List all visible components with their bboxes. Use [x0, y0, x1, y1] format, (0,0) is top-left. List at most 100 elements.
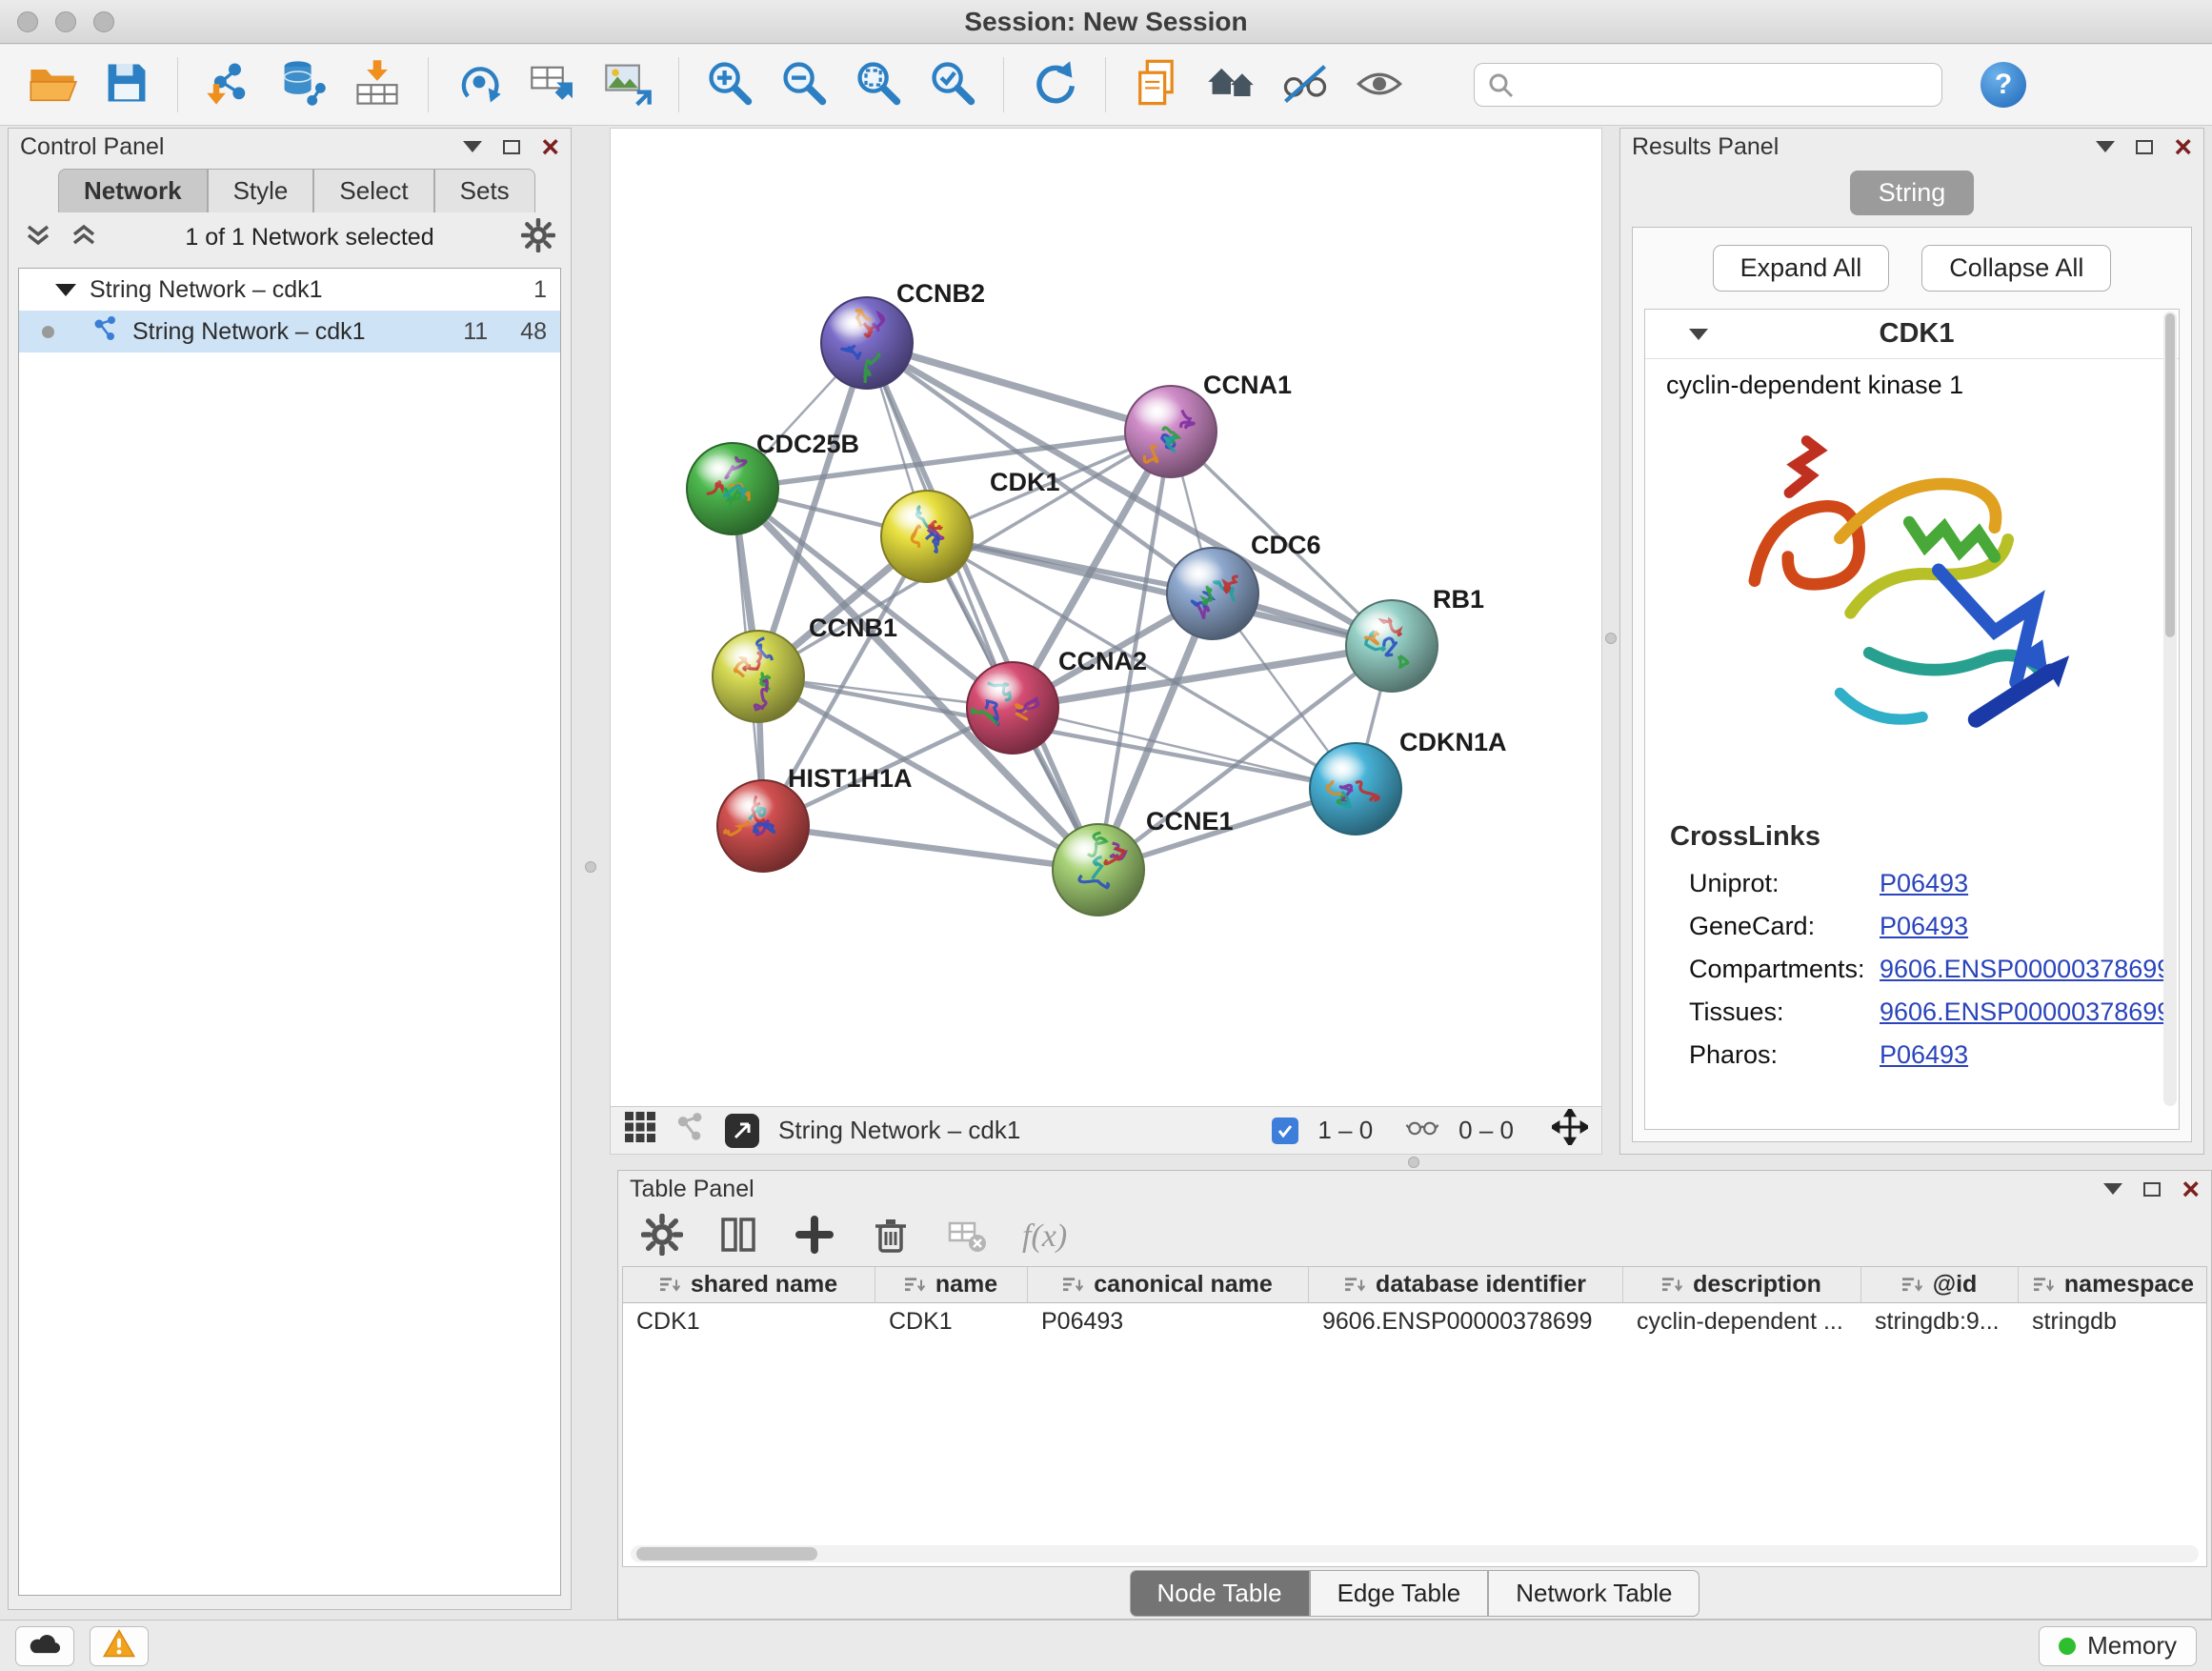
import-table-icon	[352, 57, 403, 113]
right-splitter-handle[interactable]	[1605, 633, 1617, 644]
network-collection-row[interactable]: String Network – cdk1 1	[19, 269, 560, 311]
cloud-status-button[interactable]	[15, 1626, 74, 1666]
tab-select[interactable]: Select	[313, 169, 433, 212]
panel-menu-icon[interactable]	[2096, 141, 2115, 152]
crosslink-row: Uniprot: P06493	[1645, 862, 2179, 905]
fit-selected-crosshair-icon[interactable]	[1552, 1109, 1588, 1152]
close-panel-icon[interactable]: ×	[2174, 137, 2192, 156]
close-panel-icon[interactable]: ×	[2182, 1179, 2200, 1198]
warning-icon	[102, 1628, 136, 1663]
birdseye-grid-icon[interactable]	[624, 1111, 656, 1150]
import-table-from-file-button[interactable]	[340, 51, 414, 118]
glasses-slash-icon	[1279, 57, 1331, 113]
zoom-in-button[interactable]	[693, 51, 767, 118]
column-header[interactable]: shared name	[623, 1267, 875, 1302]
collapse-protein-icon[interactable]	[1689, 329, 1708, 340]
export-image-button[interactable]	[591, 51, 665, 118]
toolbar-separator	[177, 57, 178, 112]
zoom-out-icon	[778, 57, 830, 113]
network-canvas[interactable]: CCNB2CCNA1CDC25BCDK1CDC6RB1CCNB1CCNA2CDK…	[611, 129, 1601, 1106]
disclosure-triangle-icon[interactable]	[55, 284, 76, 296]
horizontal-splitter-handle[interactable]	[1408, 1157, 1419, 1168]
network-options-gear-icon[interactable]	[521, 218, 555, 257]
float-panel-icon[interactable]	[2143, 1182, 2161, 1197]
tab-node-table[interactable]: Node Table	[1130, 1570, 1310, 1617]
expand-all-button[interactable]: Expand All	[1713, 245, 1890, 292]
collapse-all-networks-icon[interactable]	[24, 223, 52, 252]
export-image-icon	[602, 57, 654, 113]
cell-canonical-name[interactable]: P06493	[1028, 1303, 1309, 1341]
memory-button[interactable]: Memory	[2039, 1626, 2197, 1666]
expand-all-networks-icon[interactable]	[70, 223, 98, 252]
hidden-items-glasses-icon[interactable]	[1405, 1115, 1439, 1146]
add-column-icon[interactable]	[794, 1214, 835, 1260]
crosslink-value-link[interactable]: P06493	[1880, 869, 1968, 898]
table-horizontal-scrollbar[interactable]	[631, 1545, 2199, 1562]
import-network-from-file-button[interactable]	[191, 51, 266, 118]
apply-layout-button[interactable]	[1017, 51, 1092, 118]
zoom-selected-icon	[927, 57, 978, 113]
panel-menu-icon[interactable]	[2103, 1183, 2122, 1195]
search-icon	[1487, 71, 1516, 105]
save-session-button[interactable]	[90, 51, 164, 118]
crosslink-value-link[interactable]: P06493	[1880, 1040, 1968, 1070]
warnings-button[interactable]	[90, 1626, 149, 1666]
zoom-in-icon	[704, 57, 755, 113]
panel-menu-icon[interactable]	[463, 141, 482, 152]
column-header[interactable]: namespace	[2019, 1267, 2207, 1302]
copy-document-button[interactable]	[1119, 51, 1194, 118]
delete-column-trash-icon[interactable]	[870, 1214, 912, 1260]
table-header-row: shared name name canonical name database…	[623, 1267, 2206, 1303]
zoom-fit-button[interactable]	[841, 51, 915, 118]
selected-items-checkbox-icon[interactable]	[1272, 1117, 1298, 1144]
crosslink-value-link[interactable]: 9606.ENSP00000378699	[1880, 997, 2171, 1027]
import-network-from-database-button[interactable]	[266, 51, 340, 118]
export-table-button[interactable]	[516, 51, 591, 118]
float-panel-icon[interactable]	[503, 140, 520, 154]
network-row[interactable]: String Network – cdk1 11 48	[19, 311, 560, 352]
cell-namespace[interactable]: stringdb	[2019, 1303, 2207, 1341]
tab-style[interactable]: Style	[208, 169, 314, 212]
tab-edge-table[interactable]: Edge Table	[1310, 1570, 1489, 1617]
results-scrollbar[interactable]	[2163, 312, 2177, 1106]
column-header[interactable]: canonical name	[1028, 1267, 1309, 1302]
tab-network[interactable]: Network	[58, 169, 208, 212]
save-floppy-icon	[101, 57, 152, 113]
toolbar-search-input[interactable]	[1474, 63, 1942, 107]
table-options-gear-icon[interactable]	[641, 1214, 683, 1260]
zoom-out-button[interactable]	[767, 51, 841, 118]
help-button[interactable]: ?	[1981, 62, 2026, 108]
vertical-splitter-handle[interactable]	[585, 861, 596, 873]
hide-labels-button[interactable]	[1268, 51, 1342, 118]
new-network-button[interactable]	[442, 51, 516, 118]
string-home-button[interactable]	[1194, 51, 1268, 118]
close-panel-icon[interactable]: ×	[541, 137, 559, 156]
results-tab-string[interactable]: String	[1850, 171, 1975, 215]
table-row[interactable]: CDK1 CDK1 P06493 9606.ENSP00000378699 cy…	[623, 1303, 2206, 1341]
column-header[interactable]: description	[1623, 1267, 1861, 1302]
open-in-new-window-icon[interactable]	[725, 1114, 759, 1148]
memory-label: Memory	[2087, 1631, 2177, 1661]
zoom-selected-button[interactable]	[915, 51, 990, 118]
column-header[interactable]: database identifier	[1309, 1267, 1623, 1302]
node-count: 11	[463, 318, 488, 346]
float-panel-icon[interactable]	[2136, 140, 2153, 154]
show-columns-icon[interactable]	[717, 1214, 759, 1260]
control-panel: Control Panel × Network Style Select Set…	[8, 128, 572, 1610]
network-graph[interactable]: CCNB2CCNA1CDC25BCDK1CDC6RB1CCNB1CCNA2CDK…	[611, 129, 1601, 1106]
cell-shared-name[interactable]: CDK1	[623, 1303, 875, 1341]
column-header[interactable]: name	[875, 1267, 1028, 1302]
tab-sets[interactable]: Sets	[434, 169, 535, 212]
share-network-icon[interactable]	[675, 1112, 706, 1149]
open-session-button[interactable]	[15, 51, 90, 118]
cell-name[interactable]: CDK1	[875, 1303, 1028, 1341]
crosslink-value-link[interactable]: P06493	[1880, 912, 1968, 941]
show-view-button[interactable]	[1342, 51, 1417, 118]
column-header[interactable]: @id	[1861, 1267, 2019, 1302]
cell-database-identifier[interactable]: 9606.ENSP00000378699	[1309, 1303, 1623, 1341]
collapse-all-button[interactable]: Collapse All	[1921, 245, 2111, 292]
cell-description[interactable]: cyclin-dependent ...	[1623, 1303, 1861, 1341]
cell-id[interactable]: stringdb:9...	[1861, 1303, 2019, 1341]
tab-network-table[interactable]: Network Table	[1488, 1570, 1699, 1617]
crosslink-value-link[interactable]: 9606.ENSP00000378699	[1880, 955, 2171, 984]
